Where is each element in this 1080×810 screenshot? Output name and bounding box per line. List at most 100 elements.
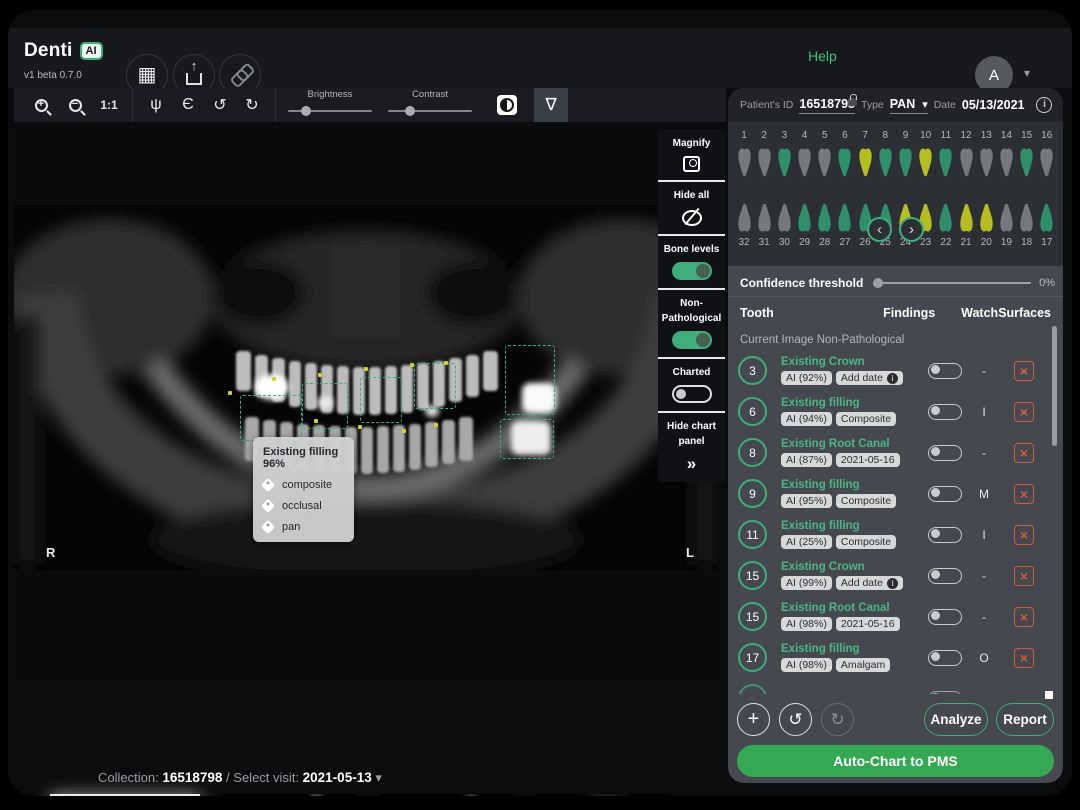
finding-tag-badge[interactable]: Add date <box>836 576 903 590</box>
resize-handle[interactable] <box>1045 691 1053 699</box>
autochart-button[interactable]: Auto-Chart to PMS <box>737 745 1054 777</box>
tooth-chart-item[interactable]: 9 <box>896 130 916 180</box>
side-tool-toggle[interactable] <box>672 385 712 403</box>
finding-tag-badge[interactable]: Composite <box>836 535 896 549</box>
finding-tag-badge[interactable]: Add date <box>836 371 903 385</box>
finding-annotation-box[interactable] <box>505 345 555 415</box>
watch-toggle[interactable] <box>928 568 962 584</box>
side-tool[interactable]: Charted <box>658 359 725 413</box>
tooth-number-badge[interactable]: 17 <box>738 643 767 672</box>
flip-horizontal-button[interactable]: ψ <box>141 90 171 120</box>
panoramic-xray[interactable]: R L Existing filling 96% composite occlu… <box>14 205 718 570</box>
tooth-chart-item[interactable]: 2 <box>754 130 774 180</box>
threshold-knob[interactable] <box>873 278 883 288</box>
tooth-number-badge[interactable]: 9 <box>738 479 767 508</box>
thumbnail-image[interactable] <box>222 794 357 796</box>
visit-caret-icon[interactable] <box>375 770 382 785</box>
tooth-chart-item[interactable]: 8 <box>875 130 895 180</box>
brightness-knob[interactable] <box>301 106 311 116</box>
tooth-number-badge[interactable]: 3 <box>738 356 767 385</box>
undo-button[interactable] <box>779 703 812 736</box>
finding-name[interactable]: Existing Crown <box>781 356 928 368</box>
zoom-out-button[interactable] <box>60 90 90 120</box>
tab[interactable]: Tooth <box>740 306 883 320</box>
tooth-number-badge[interactable]: 15 <box>738 561 767 590</box>
tooth-chart-item[interactable]: 3 <box>774 130 794 180</box>
tooth-chart-item[interactable]: 5 <box>815 130 835 180</box>
finding-tag-badge[interactable]: Amalgam <box>836 658 890 672</box>
tooth-number-badge[interactable]: 15 <box>738 602 767 631</box>
help-link[interactable]: Help <box>808 48 837 64</box>
rotate-ccw-button[interactable]: ↺ <box>205 90 235 120</box>
finding-name[interactable]: Existing Root Canal <box>781 438 928 450</box>
delete-finding-button[interactable] <box>1014 402 1034 422</box>
finding-name[interactable]: Existing filling <box>781 643 928 655</box>
tooth-chart-item[interactable]: 10 <box>916 130 936 180</box>
finding-name[interactable]: Existing filling <box>781 479 928 491</box>
watch-toggle[interactable] <box>928 404 962 420</box>
zoom-in-button[interactable] <box>26 90 56 120</box>
filter-button[interactable] <box>534 88 568 122</box>
watch-toggle[interactable] <box>928 650 962 666</box>
finding-name[interactable]: Existing Root Canal <box>781 602 928 614</box>
delete-finding-button[interactable] <box>1014 648 1034 668</box>
finding-annotation-box[interactable] <box>302 383 348 429</box>
tooth-number-badge[interactable]: 11 <box>738 520 767 549</box>
watch-toggle[interactable] <box>928 363 962 379</box>
finding-tag-badge[interactable]: 2021-05-16 <box>836 617 900 631</box>
tooth-chart-item[interactable]: 6 <box>835 130 855 180</box>
patient-id-input[interactable]: 16518798 <box>799 97 855 114</box>
invert-button[interactable] <box>492 90 522 120</box>
tooth-chart-item[interactable]: 13 <box>976 130 996 180</box>
finding-annotation-box[interactable] <box>240 395 302 441</box>
finding-tag-badge[interactable]: 2021-05-16 <box>836 453 900 467</box>
side-tool-toggle[interactable] <box>672 331 712 349</box>
brightness-track[interactable] <box>288 110 372 112</box>
tooth-chart-item[interactable]: 12 <box>956 130 976 180</box>
side-tool[interactable]: Magnify <box>658 130 725 182</box>
brightness-slider[interactable]: Brightness <box>286 88 374 122</box>
finding-annotation-box[interactable] <box>414 363 456 409</box>
findings-scrollbar[interactable] <box>1052 326 1057 446</box>
watch-toggle[interactable] <box>928 445 962 461</box>
redo-button[interactable] <box>821 703 854 736</box>
tab[interactable]: Findings <box>883 306 961 320</box>
flip-vertical-button[interactable]: Є <box>173 90 203 120</box>
tab[interactable]: Watch <box>961 306 998 320</box>
tooth-number-badge[interactable]: 6 <box>738 397 767 426</box>
delete-finding-button[interactable] <box>1014 361 1034 381</box>
avatar-caret-icon[interactable] <box>1024 66 1030 80</box>
tooth-chart-item[interactable]: 15 <box>1017 130 1037 180</box>
threshold-slider[interactable] <box>873 282 1031 284</box>
tooth-chart-item[interactable]: 11 <box>936 130 956 180</box>
tooltip-tag-row[interactable]: composite <box>263 479 344 491</box>
chart-prev-button[interactable] <box>867 217 892 242</box>
delete-finding-button[interactable] <box>1014 443 1034 463</box>
finding-name[interactable]: Existing filling <box>781 397 928 409</box>
chart-next-button[interactable] <box>899 217 924 242</box>
delete-finding-button[interactable] <box>1014 566 1034 586</box>
thumbnail[interactable]: 3, 6, 7 <box>536 794 671 796</box>
side-tool[interactable]: Non-Pathological <box>658 290 725 359</box>
thumbnail[interactable]: 15, 21, 20, 17 <box>379 794 514 796</box>
tooth-chart-item[interactable]: 7 <box>855 130 875 180</box>
tooltip-tag-row[interactable]: pan <box>263 521 344 533</box>
thumbnail[interactable]: 3, 6, 29-27 <box>222 794 357 796</box>
info-icon[interactable] <box>1036 97 1052 113</box>
side-tool-toggle[interactable] <box>672 262 712 280</box>
rotate-cw-button[interactable]: ↻ <box>237 90 267 120</box>
tooth-chart-item[interactable]: 14 <box>996 130 1016 180</box>
watch-toggle[interactable] <box>928 527 962 543</box>
type-select[interactable]: PAN <box>890 97 928 114</box>
contrast-knob[interactable] <box>405 106 415 116</box>
delete-finding-button[interactable] <box>1014 484 1034 504</box>
visit-value[interactable]: 2021-05-13 <box>303 770 372 785</box>
side-tool[interactable]: Bone levels <box>658 236 725 290</box>
tooltip-tag-row[interactable]: occlusal <box>263 500 344 512</box>
watch-toggle[interactable] <box>928 486 962 502</box>
side-tool[interactable]: Hide all <box>658 182 725 236</box>
add-finding-button[interactable] <box>737 703 770 736</box>
contrast-track[interactable] <box>388 110 472 112</box>
tab[interactable]: Surfaces <box>998 306 1051 320</box>
date-value[interactable]: 05/13/2021 <box>962 98 1025 112</box>
